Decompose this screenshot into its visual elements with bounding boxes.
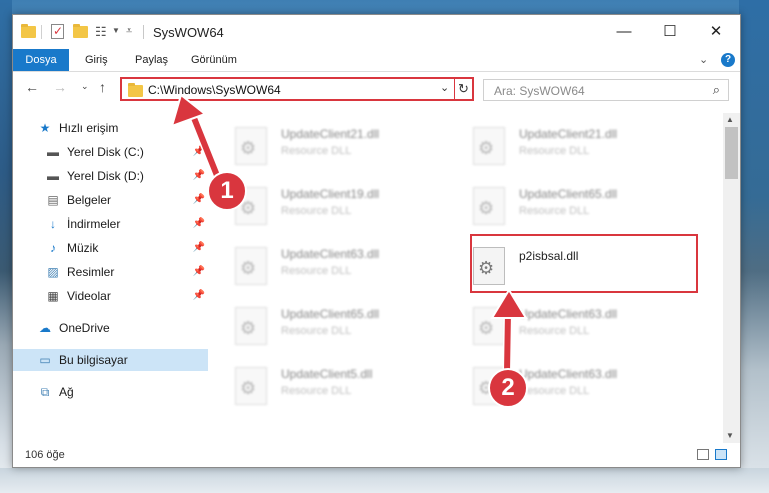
- step-badge-2: 2: [488, 368, 528, 408]
- annotation-arrow-1: [170, 93, 225, 188]
- annotation-arrow-2: [490, 288, 528, 377]
- annotation-overlay: [170, 93, 528, 377]
- step-badge-1: 1: [207, 171, 247, 211]
